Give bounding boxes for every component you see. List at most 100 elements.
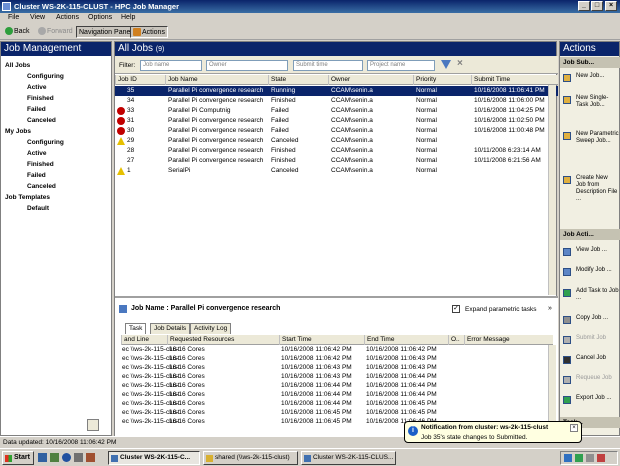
tab-task[interactable]: Task bbox=[125, 323, 147, 334]
navigation-pane-button[interactable]: Navigation Pane bbox=[76, 26, 134, 38]
action-item[interactable]: Modify Job ... bbox=[563, 267, 619, 276]
taskbar-item-cluster-manager[interactable]: Cluster WS-2K-115-CLUS... bbox=[301, 451, 396, 465]
col-end-time[interactable]: End Time bbox=[364, 335, 448, 345]
action-item[interactable]: Copy Job ... bbox=[563, 315, 619, 324]
table-row[interactable]: ec \\ws-2k-115-clust 16-16 Cores 10/16/200… bbox=[121, 409, 553, 418]
table-row[interactable]: 35 Parallel Pi convergence research Runnin… bbox=[115, 86, 558, 96]
tree-item[interactable]: Failed bbox=[27, 106, 46, 113]
menu-view[interactable]: View bbox=[30, 14, 45, 21]
tray-speaker-icon[interactable] bbox=[586, 454, 594, 462]
cell-owner: CCAM\senin.a bbox=[331, 167, 373, 174]
quick-launch-server-icon[interactable] bbox=[74, 453, 83, 462]
tree-item[interactable]: Configuring bbox=[27, 73, 64, 80]
tree-item[interactable]: Active bbox=[27, 84, 47, 91]
tree-item[interactable]: Canceled bbox=[27, 117, 56, 124]
close-button[interactable]: × bbox=[605, 1, 617, 11]
back-button[interactable]: Back bbox=[3, 26, 32, 38]
notification-close-icon[interactable]: × bbox=[570, 424, 578, 432]
col-start-time[interactable]: Start Time bbox=[279, 335, 364, 345]
tree-item[interactable]: All Jobs bbox=[5, 62, 30, 69]
col-submit-time[interactable]: Submit Time bbox=[471, 75, 558, 85]
action-item[interactable]: Submit Job bbox=[563, 335, 619, 344]
tree-item[interactable]: Default bbox=[27, 205, 49, 212]
table-row[interactable]: ec \\ws-2k-115-clust 16-16 Cores 10/16/200… bbox=[121, 364, 553, 373]
table-row[interactable]: 28 Parallel Pi convergence research Finish… bbox=[115, 146, 558, 156]
action-item[interactable]: New Parametric Sweep Job... bbox=[563, 131, 619, 145]
quick-launch-browser-icon[interactable] bbox=[62, 453, 71, 462]
action-item[interactable]: Add Task to Job ... bbox=[563, 288, 619, 302]
col-job-name[interactable]: Job Name bbox=[165, 75, 270, 85]
table-row[interactable]: 1 SerialPi Canceled CCAM\senin.a Normal bbox=[115, 166, 558, 176]
table-row[interactable]: 27 Parallel Pi convergence research Finish… bbox=[115, 156, 558, 166]
table-row[interactable]: 30 Parallel Pi convergence research Failed… bbox=[115, 126, 558, 136]
submit-time-filter[interactable]: Submit time bbox=[293, 60, 363, 71]
maximize-button[interactable]: □ bbox=[591, 1, 603, 11]
menu-options[interactable]: Options bbox=[88, 14, 112, 21]
minimize-button[interactable]: _ bbox=[578, 1, 590, 11]
forward-button[interactable]: Forward bbox=[36, 26, 75, 38]
action-item[interactable]: Cancel Job bbox=[563, 355, 619, 364]
tree-item[interactable]: Failed bbox=[27, 172, 46, 179]
collapse-chevron-icon[interactable]: » bbox=[548, 305, 552, 312]
owner-filter[interactable]: Owner bbox=[206, 60, 288, 71]
col-state[interactable]: State bbox=[268, 75, 328, 85]
col-requested-resources[interactable]: Requested Resources bbox=[167, 335, 279, 345]
clear-filter-icon[interactable]: × bbox=[457, 58, 463, 69]
action-item[interactable]: New Single-Task Job... bbox=[563, 95, 619, 109]
table-row[interactable]: ec \\ws-2k-115-clust 16-16 Cores 10/16/200… bbox=[121, 391, 553, 400]
project-name-filter[interactable]: Project name bbox=[367, 60, 435, 71]
table-row[interactable]: ec \\ws-2k-115-clust 16-16 Cores 10/16/200… bbox=[121, 355, 553, 364]
table-row[interactable]: ec \\ws-2k-115-clust 16-16 Cores 10/16/200… bbox=[121, 382, 553, 391]
table-row[interactable]: 31 Parallel Pi convergence research Failed… bbox=[115, 116, 558, 126]
tree-item[interactable]: Configuring bbox=[27, 139, 64, 146]
table-row[interactable]: 29 Parallel Pi convergence research Cancel… bbox=[115, 136, 558, 146]
menu-help[interactable]: Help bbox=[121, 14, 135, 21]
tree-item[interactable]: Job Templates bbox=[5, 194, 50, 201]
funnel-icon[interactable] bbox=[441, 60, 451, 69]
menu-file[interactable]: File bbox=[8, 14, 19, 21]
tray-hpc-icon[interactable] bbox=[575, 454, 583, 462]
jobs-scrollbar[interactable] bbox=[548, 85, 556, 295]
tray-security-icon[interactable] bbox=[597, 454, 605, 462]
section-job-actions[interactable]: Job Acti... bbox=[560, 229, 620, 240]
col-command-line[interactable]: and Line bbox=[121, 335, 167, 345]
tree-item[interactable]: Finished bbox=[27, 95, 54, 102]
col-owner[interactable]: Owner bbox=[328, 75, 413, 85]
action-item[interactable]: New Job... bbox=[563, 73, 619, 82]
action-item[interactable]: Requeue Job bbox=[563, 375, 619, 384]
tree-item[interactable]: Finished bbox=[27, 161, 54, 168]
tray-network-icon[interactable] bbox=[564, 454, 572, 462]
action-item[interactable]: View Job ... bbox=[563, 247, 619, 256]
tab-activity-log[interactable]: Activity Log bbox=[190, 323, 232, 334]
section-job-submission[interactable]: Job Sub... bbox=[560, 57, 620, 68]
tree-item[interactable]: Active bbox=[27, 150, 47, 157]
tree-item[interactable]: My Jobs bbox=[5, 128, 31, 135]
col-job-id[interactable]: Job ID bbox=[115, 75, 165, 85]
taskbar-item-job-manager[interactable]: Cluster WS-2K-115-C... bbox=[108, 451, 200, 465]
cell-state: Finished bbox=[271, 157, 296, 164]
col-error-message[interactable]: Error Message bbox=[464, 335, 553, 345]
col-output[interactable]: O.. bbox=[448, 335, 464, 345]
actions-toggle-button[interactable]: Actions bbox=[130, 26, 168, 38]
start-button[interactable]: Start bbox=[2, 451, 34, 465]
cell-state: Finished bbox=[271, 147, 296, 154]
taskbar-item-shared-folder[interactable]: shared (\\ws-2k-115-clust) bbox=[203, 451, 298, 465]
notification-balloon[interactable]: i Notification from cluster: ws-2k-115-c… bbox=[404, 421, 582, 443]
quick-launch-desktop-icon[interactable] bbox=[50, 453, 59, 462]
action-item[interactable]: Export Job ... bbox=[563, 395, 619, 404]
col-priority[interactable]: Priority bbox=[413, 75, 471, 85]
quick-launch-explorer-icon[interactable] bbox=[38, 453, 47, 462]
table-row[interactable]: ec \\ws-2k-115-clust 16-16 Cores 10/16/200… bbox=[121, 400, 553, 409]
pane-options-icon[interactable] bbox=[87, 419, 99, 431]
job-name-filter[interactable]: Job name bbox=[140, 60, 202, 71]
tab-job-details[interactable]: Job Details bbox=[150, 323, 191, 334]
table-row[interactable]: 33 Parallel Pi Computnig Failed CCAM\senin.… bbox=[115, 106, 558, 116]
quick-launch-tool-icon[interactable] bbox=[86, 453, 95, 462]
tree-item[interactable]: Canceled bbox=[27, 183, 56, 190]
table-row[interactable]: ec \\ws-2k-115-clust 16-16 Cores 10/16/200… bbox=[121, 373, 553, 382]
expand-parametric-checkbox[interactable]: ✓ bbox=[452, 305, 460, 313]
menu-actions[interactable]: Actions bbox=[56, 14, 79, 21]
table-row[interactable]: ec \\ws-2k-115-clust 16-16 Cores 10/16/200… bbox=[121, 346, 553, 355]
action-item[interactable]: Create New Job from Description File ... bbox=[563, 175, 619, 203]
table-row[interactable]: 34 Parallel Pi convergence research Finish… bbox=[115, 96, 558, 106]
